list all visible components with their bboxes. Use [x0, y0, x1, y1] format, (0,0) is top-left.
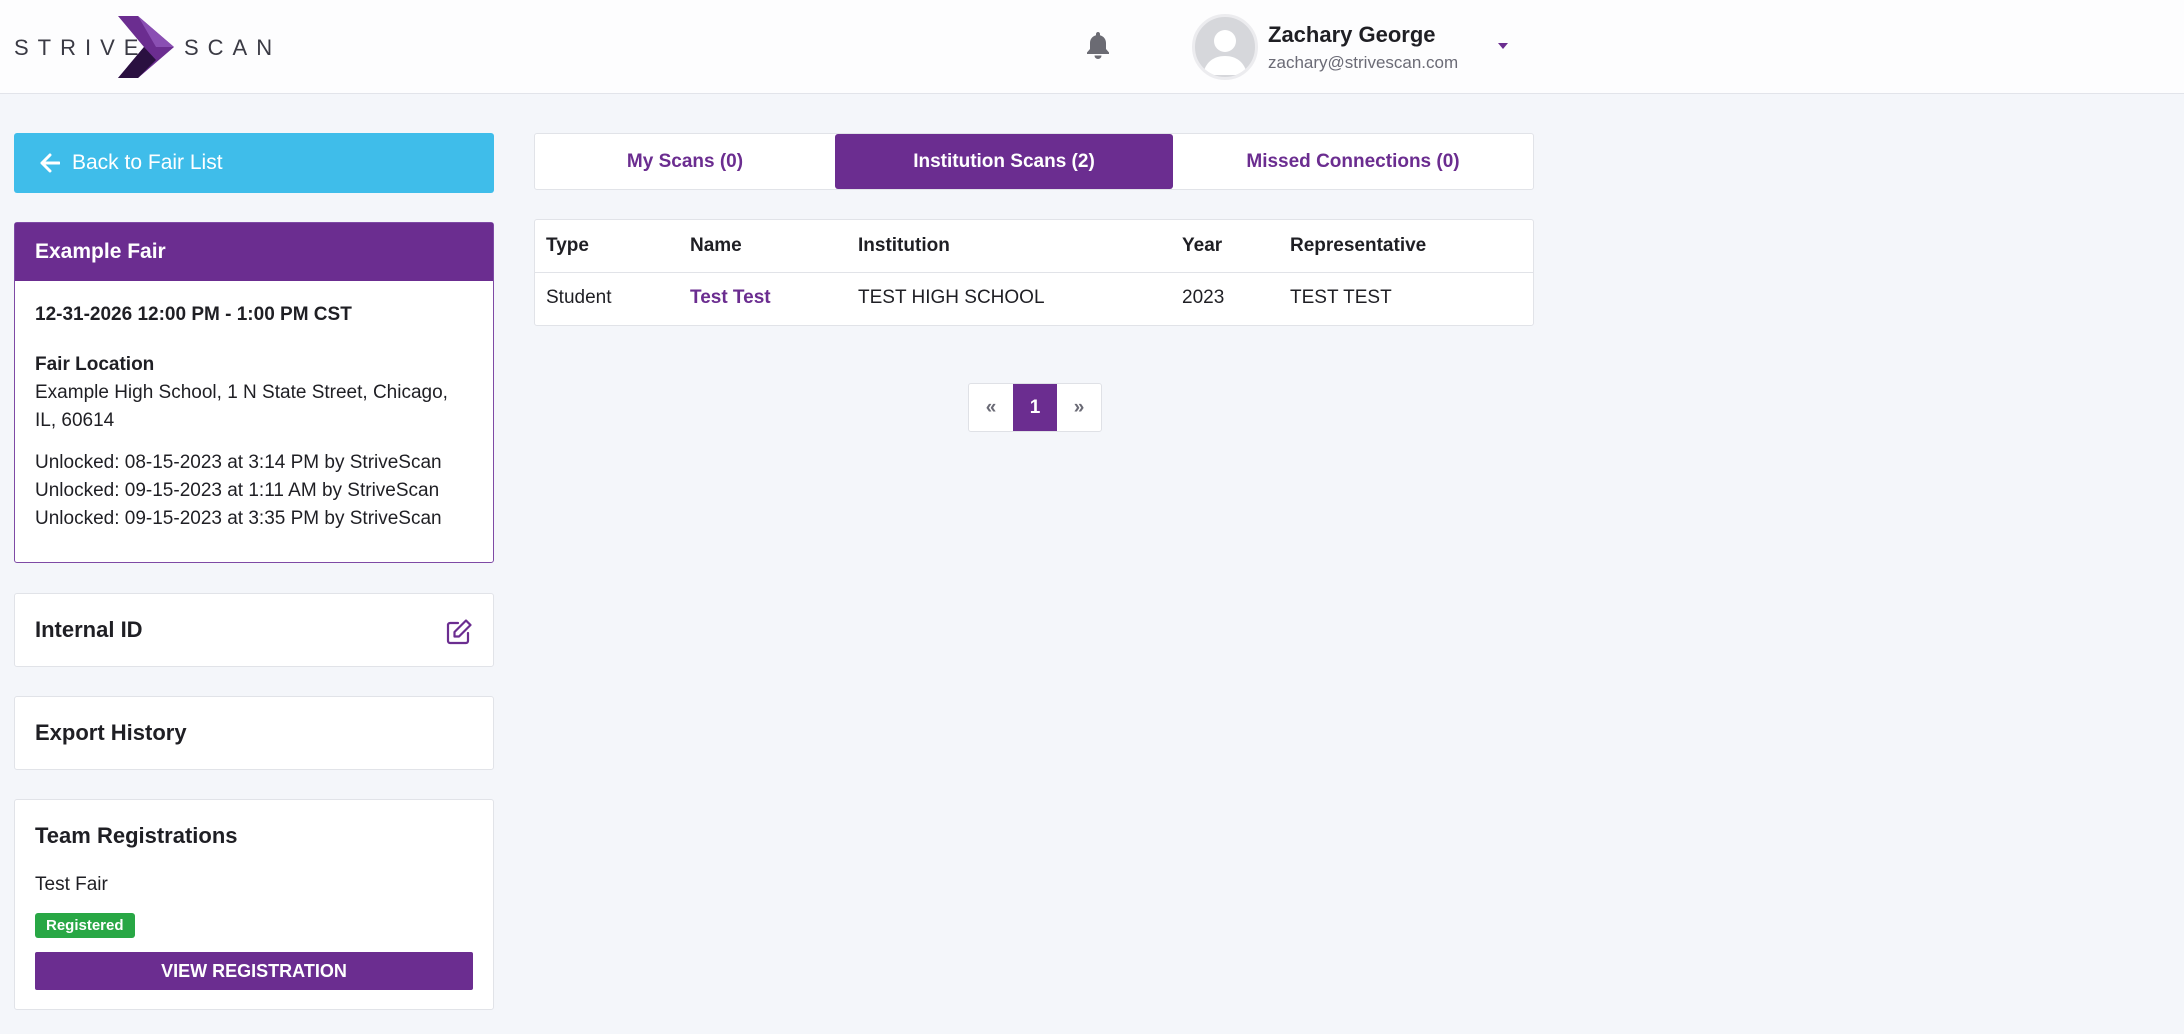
internal-id-card: Internal ID	[14, 593, 494, 667]
tab-missed-connections[interactable]: Missed Connections (0)	[1173, 134, 1533, 189]
bell-icon[interactable]	[1084, 30, 1112, 60]
arrow-left-icon	[40, 153, 60, 173]
pagination-next-button[interactable]: »	[1057, 384, 1101, 431]
scans-table: Type Name Institution Year Representativ…	[534, 219, 1534, 326]
table-header-row: Type Name Institution Year Representativ…	[535, 220, 1533, 273]
top-header: STRIVE SCAN Zachary George zachary@striv…	[0, 0, 2184, 94]
column-header-type[interactable]: Type	[535, 220, 679, 273]
logo-word-right: SCAN	[184, 35, 282, 60]
unlock-entry: Unlocked: 09-15-2023 at 1:11 AM by Striv…	[35, 480, 440, 501]
fair-details-card: Example Fair 12-31-2026 12:00 PM - 1:00 …	[14, 222, 494, 563]
column-header-year[interactable]: Year	[1171, 220, 1279, 273]
column-header-institution[interactable]: Institution	[847, 220, 1171, 273]
cell-institution: TEST HIGH SCHOOL	[858, 287, 1045, 309]
column-header-representative[interactable]: Representative	[1279, 220, 1533, 273]
internal-id-title: Internal ID	[35, 617, 143, 642]
fair-location: Example High School, 1 N State Street, C…	[35, 382, 448, 431]
fair-location-label: Fair Location	[35, 354, 155, 375]
fair-datetime: 12-31-2026 12:00 PM - 1:00 PM CST	[35, 304, 352, 325]
user-menu[interactable]: Zachary George zachary@strivescan.com	[1192, 12, 1522, 82]
view-registration-button[interactable]: VIEW REGISTRATION	[35, 952, 473, 990]
export-history-title: Export History	[35, 720, 187, 745]
logo-chevron-icon	[118, 16, 174, 78]
unlock-entry: Unlocked: 09-15-2023 at 3:35 PM by Striv…	[35, 508, 442, 529]
export-history-card[interactable]: Export History	[14, 696, 494, 770]
tab-my-scans[interactable]: My Scans (0)	[535, 134, 835, 189]
table-row[interactable]: Student Test Test TEST HIGH SCHOOL 2023 …	[535, 272, 1533, 324]
status-badge: Registered	[35, 913, 135, 938]
cell-representative: TEST TEST	[1290, 287, 1392, 309]
cell-type: Student	[546, 287, 612, 309]
user-avatar-icon	[1192, 14, 1258, 80]
team-registrations-card: Team Registrations Test Fair Registered …	[14, 799, 494, 1010]
user-name: Zachary George	[1268, 22, 1436, 47]
pagination: « 1 »	[968, 383, 1102, 432]
unlock-entry: Unlocked: 08-15-2023 at 3:14 PM by Striv…	[35, 452, 442, 473]
pagination-prev-button[interactable]: «	[969, 384, 1013, 431]
edit-icon[interactable]	[445, 618, 473, 646]
tab-institution-scans[interactable]: Institution Scans (2)	[835, 134, 1173, 189]
scan-tabs: My Scans (0) Institution Scans (2) Misse…	[534, 133, 1534, 190]
team-fair-name: Test Fair	[35, 874, 108, 895]
back-button-label: Back to Fair List	[72, 151, 223, 174]
column-header-name[interactable]: Name	[679, 220, 847, 273]
team-registrations-title: Team Registrations	[35, 823, 238, 848]
chevron-down-icon[interactable]	[1498, 43, 1508, 49]
fair-title: Example Fair	[15, 223, 493, 281]
cell-year: 2023	[1182, 287, 1225, 309]
back-to-fair-list-button[interactable]: Back to Fair List	[14, 133, 494, 193]
user-email: zachary@strivescan.com	[1268, 53, 1459, 72]
cell-name-link[interactable]: Test Test	[679, 272, 847, 324]
pagination-page-button[interactable]: 1	[1013, 384, 1057, 431]
strivescan-logo[interactable]: STRIVE SCAN	[14, 16, 272, 78]
